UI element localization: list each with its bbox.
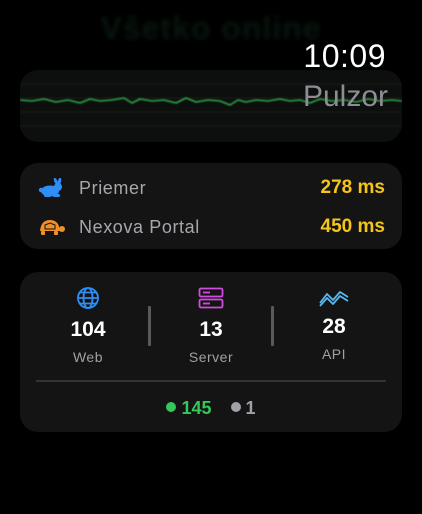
monitor-count: 13 xyxy=(199,318,223,341)
monitor-stats-card[interactable]: 104 Web 13 Server 28 API 145 1 xyxy=(20,272,402,432)
status-counts[interactable]: 145 1 xyxy=(20,398,402,419)
response-label: Nexova Portal xyxy=(79,216,200,237)
monitor-label: Server xyxy=(188,349,234,365)
server-icon xyxy=(151,286,271,310)
monitor-type-server[interactable]: 13 Server xyxy=(151,286,271,365)
response-row-average[interactable]: Priemer 278 ms xyxy=(20,173,402,203)
app-name: Pulzor xyxy=(302,80,388,113)
pulse-wave-icon xyxy=(274,286,394,310)
response-times-card[interactable]: Priemer 278 ms Nexova Portal 450 ms xyxy=(20,163,402,249)
up-status-dot xyxy=(166,402,177,413)
monitor-label: API xyxy=(321,346,347,362)
down-count: 1 xyxy=(245,398,256,418)
down-status-dot xyxy=(230,402,241,413)
monitor-label: Web xyxy=(72,349,104,365)
clock-time: 10:09 xyxy=(303,38,386,74)
globe-icon xyxy=(28,286,148,310)
response-value: 450 ms xyxy=(320,216,385,237)
response-value: 278 ms xyxy=(320,177,385,198)
rabbit-icon xyxy=(37,177,65,198)
response-label: Priemer xyxy=(79,177,147,198)
monitor-type-web[interactable]: 104 Web xyxy=(28,286,148,365)
monitor-count: 104 xyxy=(70,318,106,341)
down-status: 1 xyxy=(217,398,256,418)
divider xyxy=(36,380,386,382)
turtle-icon xyxy=(37,217,65,237)
up-count: 145 xyxy=(181,398,212,418)
response-row-nexova-portal[interactable]: Nexova Portal 450 ms xyxy=(20,212,402,242)
monitor-type-api[interactable]: 28 API xyxy=(274,286,394,362)
monitor-count: 28 xyxy=(322,315,346,338)
